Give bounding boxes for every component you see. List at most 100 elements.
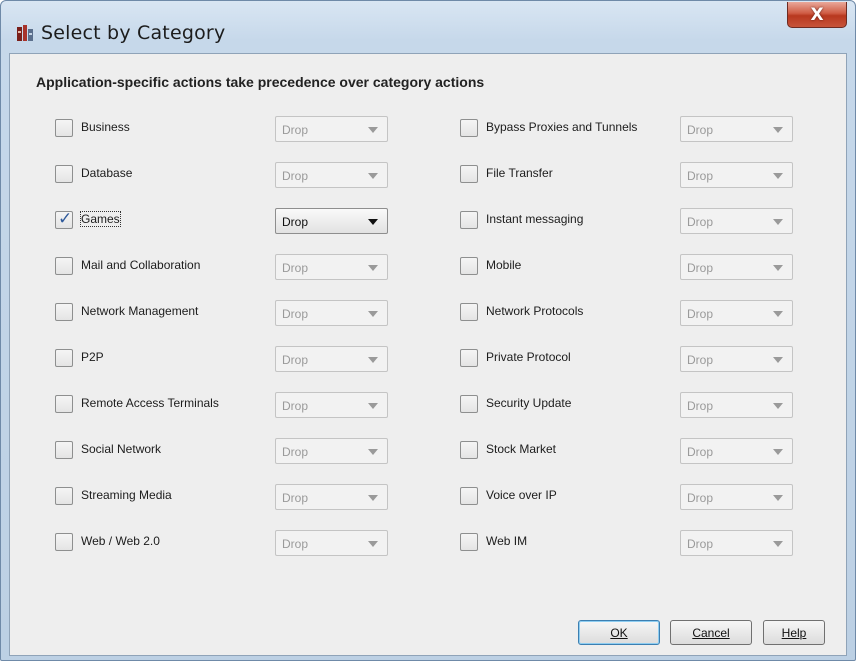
category-checkbox[interactable] [55,441,73,459]
action-dropdown: Drop [275,484,388,510]
category-row: Network Management Drop [55,300,388,328]
category-label[interactable]: Games [80,211,121,227]
category-label[interactable]: Mobile [486,258,521,272]
window-title: Select by Category [41,22,226,44]
category-checkbox[interactable] [55,209,73,229]
chevron-down-icon [773,127,783,133]
category-row: Mail and Collaboration Drop [55,254,388,282]
chevron-down-icon [368,127,378,133]
chevron-down-icon [773,219,783,225]
chevron-down-icon [773,311,783,317]
category-checkbox[interactable] [55,349,73,367]
help-button-label: Help [781,625,807,640]
category-row: Mobile Drop [460,254,793,282]
chevron-down-icon [773,495,783,501]
category-checkbox[interactable] [460,487,478,505]
category-row: Stock Market Drop [460,438,793,466]
category-label[interactable]: Business [81,120,130,134]
close-button[interactable]: X [787,2,847,28]
action-dropdown-value: Drop [687,537,714,551]
category-label[interactable]: Network Protocols [486,304,583,318]
category-row: Games Drop [55,208,388,236]
category-label[interactable]: Security Update [486,396,571,410]
chevron-down-icon [368,311,378,317]
category-checkbox[interactable] [460,441,478,459]
category-row: File Transfer Drop [460,162,793,190]
action-dropdown: Drop [680,162,793,188]
category-checkbox[interactable] [460,165,478,183]
category-checkbox[interactable] [460,303,478,321]
ok-button[interactable]: OK [578,620,660,645]
cancel-button[interactable]: Cancel [670,620,752,645]
category-label[interactable]: Stock Market [486,442,556,456]
category-checkbox[interactable] [460,119,478,137]
category-label[interactable]: Bypass Proxies and Tunnels [486,120,637,134]
category-checkbox[interactable] [55,165,73,183]
category-checkbox[interactable] [460,533,478,551]
action-dropdown-value: Drop [687,353,714,367]
cancel-button-label: Cancel [692,625,730,640]
title-bar[interactable]: Select by Category X [1,1,855,44]
action-dropdown: Drop [680,208,793,234]
chevron-down-icon [368,449,378,455]
chevron-down-icon [368,541,378,547]
action-dropdown-value: Drop [282,399,309,413]
dialog-window: Select by Category X Application-specifi… [0,0,856,661]
category-label[interactable]: Streaming Media [81,488,172,502]
action-dropdown: Drop [680,392,793,418]
category-label[interactable]: Voice over IP [486,488,557,502]
action-dropdown-value: Drop [282,491,309,505]
chevron-down-icon [368,495,378,501]
action-dropdown-value: Drop [687,445,714,459]
chevron-down-icon [368,265,378,271]
chevron-down-icon [368,357,378,363]
category-row: Bypass Proxies and Tunnels Drop [460,116,793,144]
action-dropdown: Drop [680,300,793,326]
category-label[interactable]: File Transfer [486,166,553,180]
action-dropdown[interactable]: Drop [275,208,388,234]
category-row: Remote Access Terminals Drop [55,392,388,420]
action-dropdown-value: Drop [282,261,309,275]
category-checkbox[interactable] [55,257,73,275]
category-label[interactable]: Private Protocol [486,350,571,364]
action-dropdown: Drop [275,530,388,556]
category-checkbox[interactable] [460,257,478,275]
action-dropdown: Drop [275,116,388,142]
category-checkbox[interactable] [55,533,73,551]
action-dropdown-value: Drop [282,169,309,183]
chevron-down-icon [773,541,783,547]
action-dropdown-value: Drop [282,445,309,459]
category-label[interactable]: Network Management [81,304,198,318]
action-dropdown-value: Drop [687,261,714,275]
category-label[interactable]: Mail and Collaboration [81,258,200,272]
action-dropdown: Drop [680,484,793,510]
category-label[interactable]: P2P [81,350,104,364]
category-checkbox[interactable] [55,395,73,413]
action-dropdown: Drop [275,254,388,280]
category-label[interactable]: Instant messaging [486,212,583,226]
help-button[interactable]: Help [763,620,825,645]
category-checkbox[interactable] [460,395,478,413]
category-label[interactable]: Web IM [486,534,527,548]
chevron-down-icon [773,403,783,409]
category-checkbox[interactable] [460,211,478,229]
category-label[interactable]: Social Network [81,442,161,456]
category-label[interactable]: Remote Access Terminals [81,396,219,410]
action-dropdown-value: Drop [687,307,714,321]
category-checkbox[interactable] [55,119,73,137]
action-dropdown: Drop [275,392,388,418]
category-label[interactable]: Web / Web 2.0 [81,534,160,548]
category-label[interactable]: Database [81,166,132,180]
category-row: Network Protocols Drop [460,300,793,328]
category-row: Instant messaging Drop [460,208,793,236]
category-checkbox[interactable] [460,349,478,367]
action-dropdown-value: Drop [282,353,309,367]
category-checkbox[interactable] [55,303,73,321]
category-checkbox[interactable] [55,487,73,505]
action-dropdown: Drop [275,346,388,372]
category-row: P2P Drop [55,346,388,374]
category-row: Security Update Drop [460,392,793,420]
action-dropdown-value: Drop [282,123,309,137]
precedence-note: Application-specific actions take preced… [36,74,485,90]
action-dropdown-value: Drop [687,491,714,505]
